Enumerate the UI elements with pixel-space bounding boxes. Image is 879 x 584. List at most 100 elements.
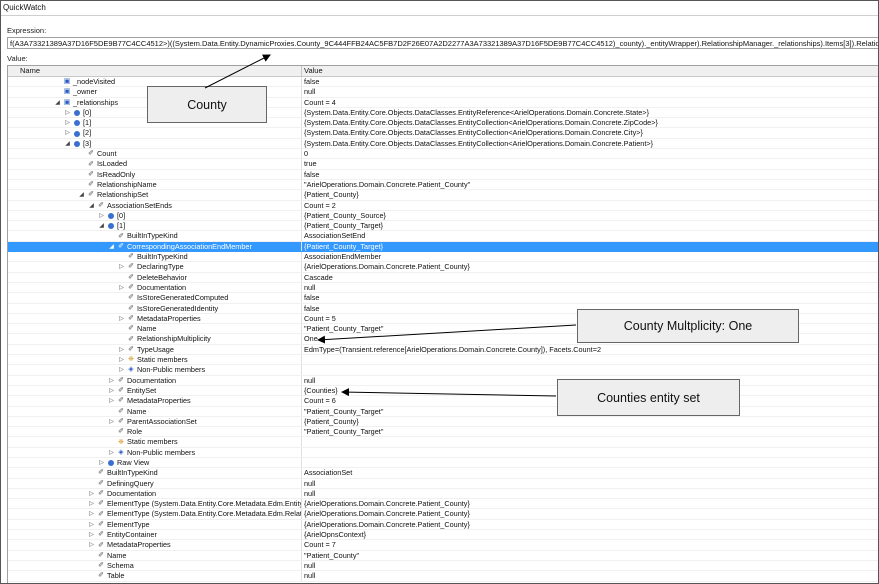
watch-row[interactable]: ✐ BuiltInTypeKind AssociationSetEnd: [8, 231, 878, 242]
row-divider: [8, 580, 878, 582]
property-wrench-icon: ✐: [98, 479, 104, 487]
property-wrench-icon: ✐: [98, 551, 104, 559]
property-wrench-icon: ✐: [128, 273, 134, 281]
watch-row[interactable]: ◢ ✐ RelationshipSet {Patient_County}: [8, 190, 878, 201]
watch-row[interactable]: ✐ BuiltInTypeKind AssociationEndMember: [8, 252, 878, 263]
item-icon: [108, 460, 114, 467]
watch-row[interactable]: ✐ IsStoreGeneratedComputed false: [8, 293, 878, 304]
property-wrench-icon: ✐: [98, 562, 104, 570]
watch-row[interactable]: ◢ ✐ AssociationSetEnds Count = 2: [8, 200, 878, 211]
watch-row[interactable]: ◢ ▣ _relationships Count = 4: [8, 97, 878, 108]
grid-header: Name Value: [8, 66, 878, 77]
item-icon: [108, 223, 114, 230]
watch-row[interactable]: ▷ ✐ ElementType (System.Data.Entity.Core.M…: [8, 499, 878, 510]
column-separator[interactable]: [301, 66, 302, 76]
watch-row[interactable]: ✐ BuiltInTypeKind AssociationSet: [8, 468, 878, 479]
quickwatch-window: QuickWatch Expression: f(A3A73321389A37D…: [0, 0, 879, 584]
watch-row[interactable]: ▷ [0] {Patient_County_Source}: [8, 210, 878, 222]
property-wrench-icon: ✐: [118, 242, 124, 250]
watch-row[interactable]: ▷ ✐ EntityContainer {ArielOpnsContext}: [8, 530, 878, 541]
property-wrench-icon: ✐: [98, 541, 104, 549]
watch-row[interactable]: ▷ ✐ MetadataProperties Count = 7: [8, 540, 878, 551]
property-wrench-icon: ✐: [128, 335, 134, 343]
watch-row[interactable]: ▷ [0] {System.Data.Entity.Core.Objects.Dat…: [8, 107, 878, 119]
property-wrench-icon: ✐: [118, 397, 124, 405]
watch-row[interactable]: ✐ Name "Patient_County_Target": [8, 406, 878, 417]
property-wrench-icon: ✐: [88, 150, 94, 158]
field-icon: ▣: [63, 88, 71, 96]
property-wrench-icon: ✐: [128, 253, 134, 261]
watch-row[interactable]: ▷ ✐ ElementType {ArielOperations.Domain.Con…: [8, 519, 878, 531]
property-wrench-icon: ✐: [88, 160, 94, 168]
property-wrench-icon: ✐: [128, 325, 134, 333]
watch-row[interactable]: ▣ _nodeVisited false: [8, 77, 878, 88]
watch-row[interactable]: ▷ ◈ Non-Public members: [8, 365, 878, 376]
property-wrench-icon: ✐: [118, 376, 124, 384]
item-icon: [74, 120, 80, 127]
property-wrench-icon: ✐: [98, 531, 104, 539]
non-public-members-icon: ◈: [118, 448, 124, 456]
watch-row[interactable]: ▷ ◈ Non-Public members: [8, 447, 878, 458]
property-wrench-icon: ✐: [128, 304, 134, 312]
item-icon: [74, 140, 80, 147]
expression-input[interactable]: f(A3A73321389A37D16F5DE9B77C4CC4512>)((S…: [7, 37, 878, 49]
item-icon: [108, 213, 114, 219]
watch-row[interactable]: ✐ IsReadOnly false: [8, 169, 878, 180]
name-column-header[interactable]: Name: [20, 66, 40, 76]
watch-row[interactable]: ▷ ✐ EntitySet {Counties}: [8, 385, 878, 397]
watch-row[interactable]: ▷ ✐ Documentation null: [8, 375, 878, 386]
watch-row[interactable]: ▷ Raw View: [8, 457, 878, 469]
watch-row[interactable]: ✐ RelationshipName "ArielOperations.Domain…: [8, 179, 878, 191]
item-icon: [74, 130, 80, 137]
static-members-icon: ❈: [128, 356, 134, 364]
property-wrench-icon: ✐: [98, 201, 104, 209]
property-wrench-icon: ✐: [118, 232, 124, 240]
value-column-header[interactable]: Value: [304, 66, 323, 76]
watch-row[interactable]: ▷ ❈ Static members: [8, 355, 878, 366]
watch-row[interactable]: ▷ ✐ Documentation null: [8, 282, 878, 294]
property-wrench-icon: ✐: [98, 469, 104, 477]
watch-row[interactable]: ✐ DefiningQuery null: [8, 478, 878, 489]
watch-row[interactable]: ✐ Role "Patient_County_Target": [8, 427, 878, 438]
property-wrench-icon: ✐: [98, 490, 104, 498]
watch-row[interactable]: ✐ Schema null: [8, 560, 878, 572]
watch-row[interactable]: ✐ IsLoaded true: [8, 159, 878, 170]
field-icon: ▣: [63, 78, 71, 86]
property-wrench-icon: ✐: [118, 417, 124, 425]
watch-row[interactable]: ✐ Count 0: [8, 149, 878, 160]
property-wrench-icon: ✐: [88, 170, 94, 178]
watch-row[interactable]: ✐ Table null: [8, 571, 878, 582]
non-public-members-icon: ◈: [128, 366, 134, 374]
watch-row[interactable]: ▷ ✐ TypeUsage EdmType=(Transient.reference[…: [8, 344, 878, 356]
watch-row[interactable]: ▷ ✐ ParentAssociationSet {Patient_County}: [8, 416, 878, 428]
watch-row[interactable]: ▷ ✐ DeclaringType {ArielOperations.Domain.C…: [8, 262, 878, 273]
property-wrench-icon: ✐: [98, 510, 104, 518]
property-wrench-icon: ✐: [88, 181, 94, 189]
title-divider: [1, 15, 878, 16]
watch-row[interactable]: ❈ Static members: [8, 437, 878, 448]
watch-row[interactable]: ◢ [3] {System.Data.Entity.Core.Objects.Dat…: [8, 138, 878, 150]
watch-row[interactable]: ◢ [1] {Patient_County_Target}: [8, 221, 878, 232]
property-wrench-icon: ✐: [98, 500, 104, 508]
watch-row[interactable]: ▷ [1] {System.Data.Entity.Core.Objects.Dat…: [8, 118, 878, 129]
callout-county: County: [147, 86, 267, 123]
window-title: QuickWatch: [3, 3, 46, 12]
property-wrench-icon: ✐: [128, 263, 134, 271]
property-wrench-icon: ✐: [118, 407, 124, 415]
property-wrench-icon: ✐: [128, 294, 134, 302]
property-wrench-icon: ✐: [98, 572, 104, 580]
watch-row[interactable]: ▷ [2] {System.Data.Entity.Core.Objects.Dat…: [8, 128, 878, 139]
watch-row[interactable]: ▷ ✐ Documentation null: [8, 488, 878, 500]
watch-row[interactable]: ✐ Name "Patient_County": [8, 550, 878, 561]
property-wrench-icon: ✐: [128, 314, 134, 322]
property-wrench-icon: ✐: [118, 387, 124, 395]
property-wrench-icon: ✐: [128, 345, 134, 353]
field-icon: ▣: [63, 98, 71, 106]
watch-row[interactable]: ▷ ✐ ElementType (System.Data.Entity.Core.M…: [8, 509, 878, 520]
static-members-icon: ❈: [118, 438, 124, 446]
watch-row[interactable]: ▣ _owner null: [8, 87, 878, 98]
watch-row[interactable]: ◢ ✐ CorrespondingAssociationEndMember {Pati…: [8, 241, 878, 253]
watch-row[interactable]: ▷ ✐ MetadataProperties Count = 6: [8, 396, 878, 407]
watch-row[interactable]: ✐ DeleteBehavior Cascade: [8, 272, 878, 283]
item-icon: [74, 110, 80, 117]
